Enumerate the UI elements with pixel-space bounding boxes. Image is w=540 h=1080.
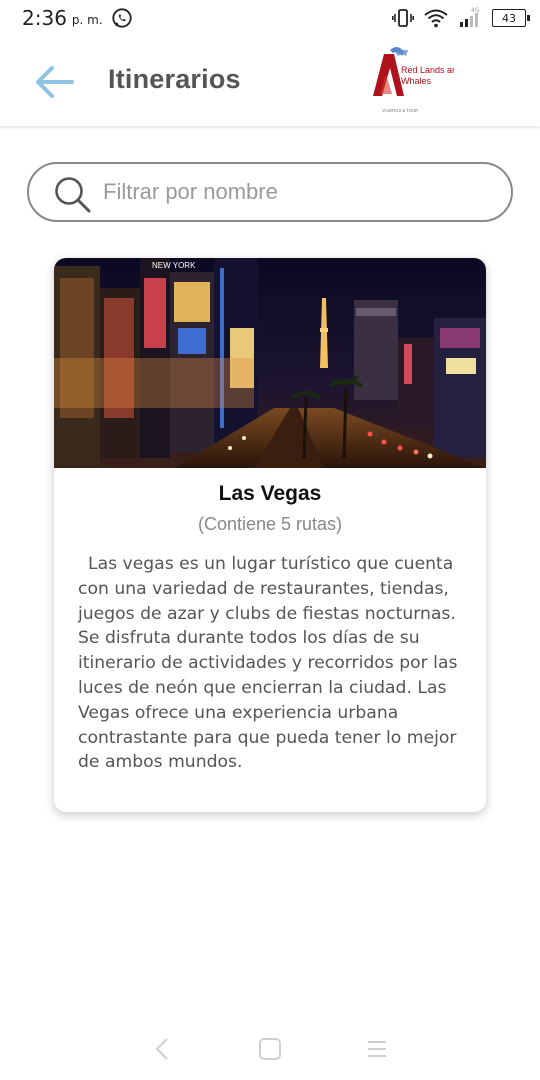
nav-back-button[interactable] bbox=[143, 1029, 183, 1069]
battery-level: 43 bbox=[502, 11, 516, 25]
status-bar: 2:36 p. m. 4G 43 bbox=[0, 0, 540, 36]
search-field[interactable] bbox=[27, 162, 513, 222]
nav-home-button[interactable] bbox=[250, 1029, 290, 1069]
logo-text-1: Red Lands and bbox=[401, 65, 454, 75]
search-icon bbox=[55, 177, 91, 213]
back-button[interactable] bbox=[32, 62, 76, 102]
network-type: 4G bbox=[471, 7, 480, 14]
status-time: 2:36 bbox=[22, 6, 67, 30]
nav-menu-button[interactable] bbox=[357, 1029, 397, 1069]
page-title: Itinerarios bbox=[108, 64, 241, 94]
signal-icon: 4G bbox=[460, 7, 480, 27]
battery-icon: 43 bbox=[492, 9, 530, 27]
vibrate-icon bbox=[392, 9, 414, 27]
app-bar: Itinerarios Red Lands and Whales VAJEROS… bbox=[0, 36, 540, 126]
logo-text-2: Whales bbox=[401, 76, 432, 86]
itinerary-card[interactable]: NEW YORK Las Vegas (Contiene 5 rutas) La… bbox=[54, 258, 486, 812]
menu-icon bbox=[367, 1041, 386, 1057]
home-square-icon bbox=[258, 1038, 281, 1060]
photo-sign-text: NEW YORK bbox=[152, 261, 196, 270]
system-nav-bar bbox=[0, 1018, 540, 1080]
status-icons: 4G 43 bbox=[392, 7, 530, 29]
itinerary-route-count: (Contiene 5 rutas) bbox=[197, 514, 343, 534]
chevron-left-icon bbox=[155, 1038, 169, 1060]
brand-logo: Red Lands and Whales VAJEROS & TOUR bbox=[373, 46, 454, 113]
search-input[interactable] bbox=[103, 172, 499, 212]
itinerary-photo: NEW YORK bbox=[54, 258, 486, 468]
status-ampm: p. m. bbox=[71, 13, 103, 27]
arrow-left-icon bbox=[36, 66, 74, 98]
wifi-icon bbox=[424, 9, 448, 28]
logo-tagline: VAJEROS & TOUR bbox=[382, 108, 418, 113]
itinerary-title: Las Vegas bbox=[218, 482, 322, 505]
whatsapp-icon bbox=[112, 8, 132, 28]
itinerary-description: Las vegas es un lugar turístico que cuen… bbox=[78, 554, 458, 773]
